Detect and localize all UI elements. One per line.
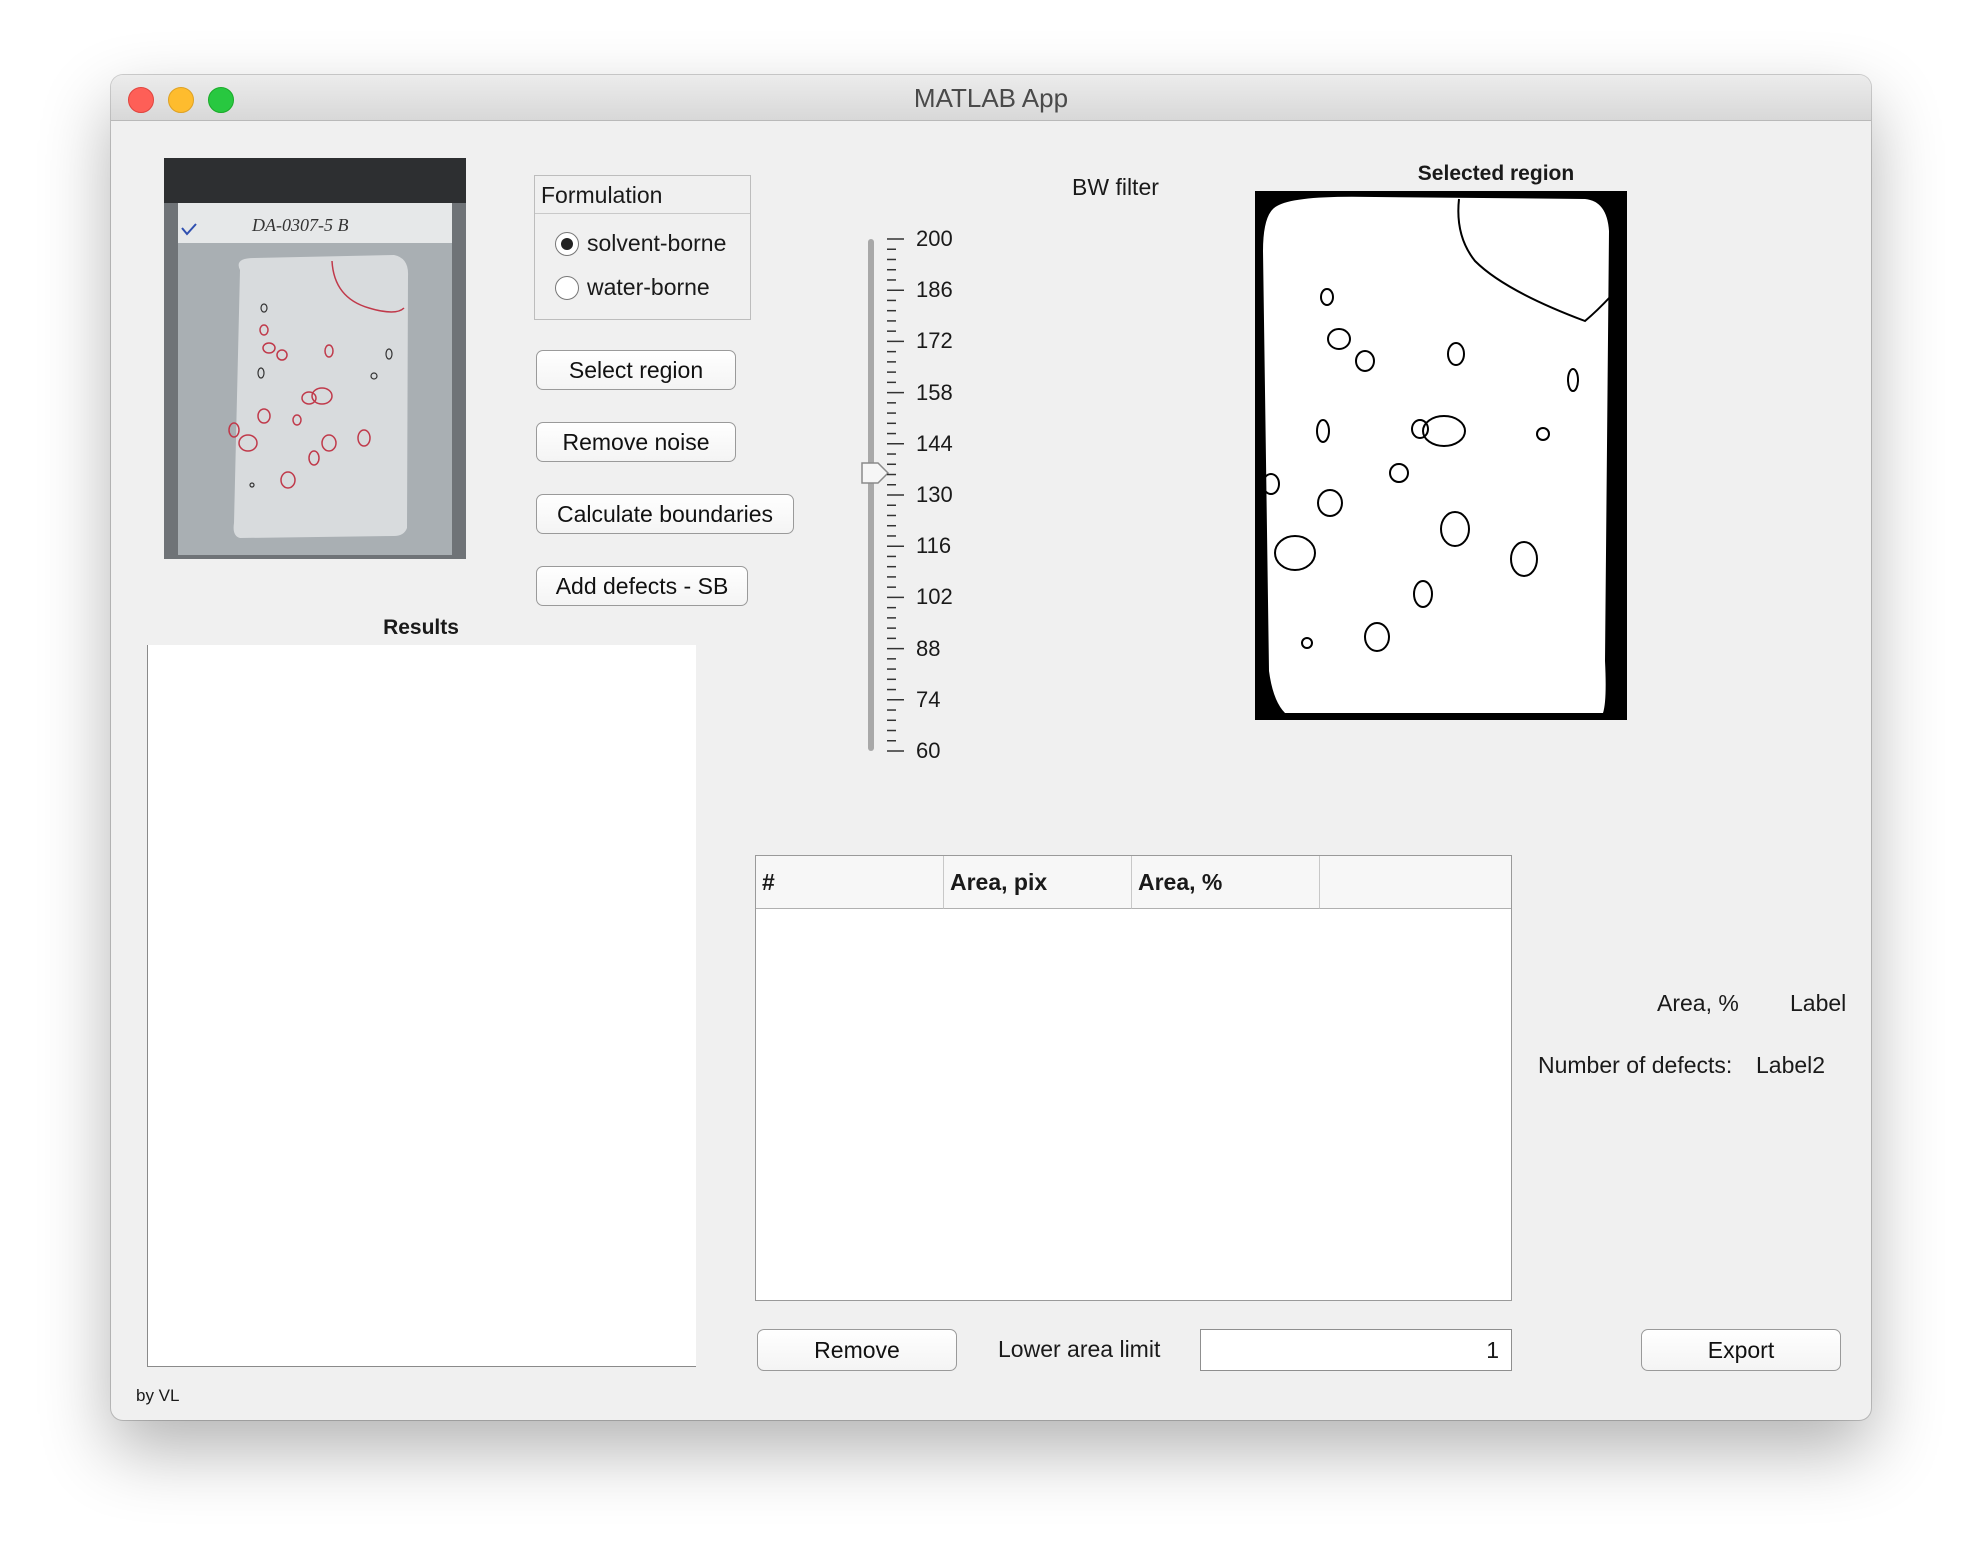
bw-filter-tick-label: 186 xyxy=(916,277,953,303)
bw-filter-tick-label: 60 xyxy=(916,738,941,763)
bw-filter-tick-label: 200 xyxy=(916,226,953,251)
radio-water-borne[interactable]: water-borne xyxy=(555,274,710,301)
column-header-area-pix[interactable]: Area, pix xyxy=(944,856,1132,909)
results-axes xyxy=(147,645,696,1367)
bw-filter-tick-label: 74 xyxy=(916,686,941,712)
radio-solvent-borne-label: solvent-borne xyxy=(587,230,727,256)
radio-solvent-borne-circle[interactable] xyxy=(555,231,579,256)
bw-filter-tick-label: 116 xyxy=(916,533,952,559)
radio-water-borne-circle[interactable] xyxy=(555,275,579,300)
selected-region-image xyxy=(1255,191,1627,720)
window-title: MATLAB App xyxy=(913,83,1069,113)
select-region-button[interactable]: Select region xyxy=(536,350,736,390)
column-header-number[interactable]: # xyxy=(756,856,944,909)
formulation-group: Formulation solvent-borne water-borne xyxy=(534,175,751,320)
bw-filter-tick-label: 102 xyxy=(916,584,953,610)
bw-filter-tick-label: 144 xyxy=(916,430,953,456)
bw-filter-track[interactable] xyxy=(868,239,874,751)
radio-solvent-borne[interactable]: solvent-borne xyxy=(555,230,726,257)
radio-water-borne-label: water-borne xyxy=(587,274,710,300)
calculate-boundaries-button[interactable]: Calculate boundaries xyxy=(536,494,794,534)
sample-photo: DA-0307-5 B xyxy=(164,158,466,559)
defects-count-value: Label2 xyxy=(1756,1052,1826,1078)
bw-filter-label: BW filter xyxy=(1072,174,1159,200)
formulation-title: Formulation xyxy=(535,176,750,214)
radio-selected-dot xyxy=(561,237,573,250)
area-percent-value: Label xyxy=(1790,990,1847,1016)
add-defects-button[interactable]: Add defects - SB xyxy=(536,566,748,606)
bw-filter-tick-label: 88 xyxy=(916,635,941,661)
sample-note: DA-0307-5 B xyxy=(251,215,348,235)
column-header-empty[interactable] xyxy=(1320,856,1511,909)
lower-area-limit-input[interactable]: 1 xyxy=(1200,1329,1512,1371)
bw-filter-tick-label: 172 xyxy=(916,328,953,354)
defects-count-label: Number of defects: xyxy=(1538,1052,1733,1078)
app-window: MATLAB App DA-0307-5 B Formulation solve… xyxy=(111,75,1871,1420)
bw-filter-tick-label: 158 xyxy=(916,379,953,405)
selected-region-title: Selected region xyxy=(1417,162,1575,185)
column-header-area-percent[interactable]: Area, % xyxy=(1132,856,1320,909)
title-bar: MATLAB App xyxy=(111,75,1871,121)
remove-noise-button[interactable]: Remove noise xyxy=(536,422,736,462)
footer-credit: by VL xyxy=(136,1386,180,1405)
bw-filter-tick-label: 130 xyxy=(916,482,953,507)
lower-area-limit-label: Lower area limit xyxy=(998,1336,1161,1362)
export-button[interactable]: Export xyxy=(1641,1329,1841,1371)
area-percent-label: Area, % xyxy=(1657,990,1739,1016)
bw-filter-ticks xyxy=(887,238,904,752)
results-title: Results xyxy=(383,616,459,639)
bw-filter-thumb[interactable] xyxy=(860,461,890,490)
remove-button[interactable]: Remove xyxy=(757,1329,957,1371)
sample-photo-image: DA-0307-5 B xyxy=(164,158,466,559)
defects-table[interactable]: # Area, pix Area, % xyxy=(755,855,1512,1301)
